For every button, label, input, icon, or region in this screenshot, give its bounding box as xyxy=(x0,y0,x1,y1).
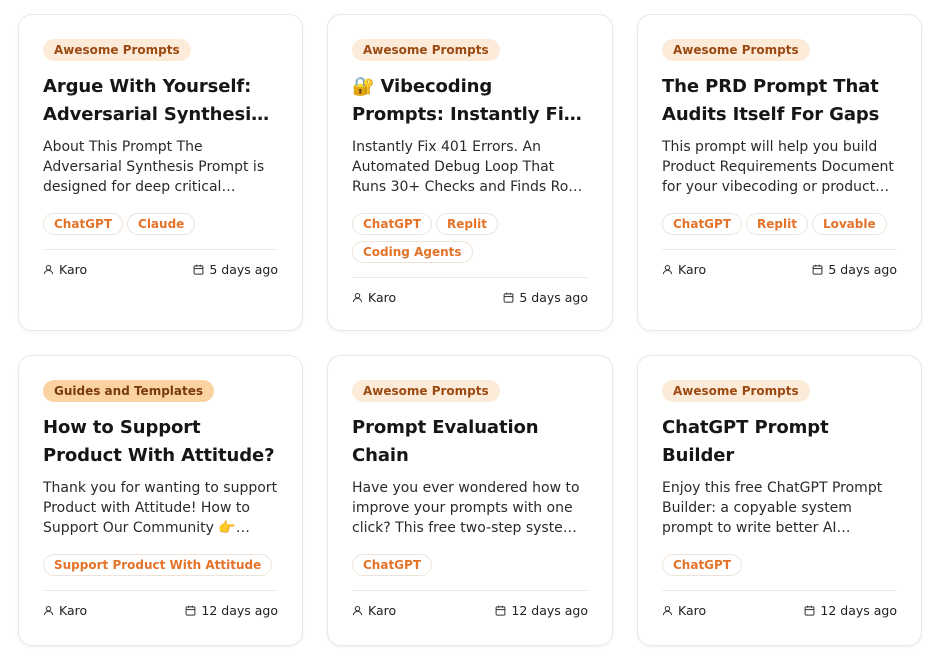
user-icon xyxy=(43,605,54,616)
tag-chatgpt[interactable]: ChatGPT xyxy=(43,213,124,235)
tag-chatgpt[interactable]: ChatGPT xyxy=(352,554,433,576)
author: Karo xyxy=(662,603,706,618)
date-label: 12 days ago xyxy=(201,603,278,618)
post-card[interactable]: Awesome Prompts The PRD Prompt That Audi… xyxy=(637,14,922,331)
tag-list: ChatGPT Claude xyxy=(43,213,278,235)
user-icon xyxy=(43,264,54,275)
tag-list: Support Product With Attitude xyxy=(43,554,278,576)
post-meta: Karo 12 days ago xyxy=(352,590,588,618)
tag-replit[interactable]: Replit xyxy=(436,213,498,235)
tag-coding-agents[interactable]: Coding Agents xyxy=(352,241,473,263)
post-date: 5 days ago xyxy=(503,290,588,305)
post-title[interactable]: How to Support Product With Attitude? xyxy=(43,414,278,470)
tag-list: ChatGPT xyxy=(662,554,897,576)
calendar-icon xyxy=(503,292,514,303)
date-label: 5 days ago xyxy=(209,262,278,277)
post-meta: Karo 5 days ago xyxy=(43,249,278,277)
user-icon xyxy=(352,292,363,303)
author: Karo xyxy=(43,262,87,277)
date-label: 5 days ago xyxy=(828,262,897,277)
post-description: Instantly Fix 401 Errors. An Automated D… xyxy=(352,139,583,195)
author-name: Karo xyxy=(368,290,397,305)
calendar-icon xyxy=(495,605,506,616)
post-meta: Karo 12 days ago xyxy=(662,590,897,618)
tag-list: ChatGPT xyxy=(352,554,588,576)
author-name: Karo xyxy=(368,603,397,618)
calendar-icon xyxy=(185,605,196,616)
post-title[interactable]: The PRD Prompt That Audits Itself For Ga… xyxy=(662,73,897,129)
date-label: 12 days ago xyxy=(820,603,897,618)
post-description: Have you ever wondered how to improve yo… xyxy=(352,480,580,536)
author-name: Karo xyxy=(678,603,707,618)
author-name: Karo xyxy=(678,262,707,277)
category-badge[interactable]: Awesome Prompts xyxy=(352,380,500,402)
author-name: Karo xyxy=(59,262,88,277)
post-title[interactable]: Prompt Evaluation Chain xyxy=(352,414,588,470)
category-badge[interactable]: Awesome Prompts xyxy=(662,39,810,61)
author: Karo xyxy=(43,603,87,618)
post-meta: Karo 12 days ago xyxy=(43,590,278,618)
calendar-icon xyxy=(812,264,823,275)
tag-lovable[interactable]: Lovable xyxy=(811,213,887,235)
post-card[interactable]: Awesome Prompts 🔐 Vibecoding Prompts: In… xyxy=(327,14,613,331)
tag-chatgpt[interactable]: ChatGPT xyxy=(352,213,433,235)
post-card[interactable]: Awesome Prompts Argue With Yourself: Adv… xyxy=(18,14,303,331)
post-card[interactable]: Guides and Templates How to Support Prod… xyxy=(18,355,303,646)
post-title[interactable]: ChatGPT Prompt Builder xyxy=(662,414,897,470)
tag-support-product-with-attitude[interactable]: Support Product With Attitude xyxy=(43,554,273,576)
post-date: 12 days ago xyxy=(185,603,278,618)
author: Karo xyxy=(352,603,396,618)
category-badge[interactable]: Awesome Prompts xyxy=(662,380,810,402)
post-meta: Karo 5 days ago xyxy=(352,277,588,305)
tag-claude[interactable]: Claude xyxy=(127,213,196,235)
date-label: 5 days ago xyxy=(519,290,588,305)
date-label: 12 days ago xyxy=(511,603,588,618)
post-date: 5 days ago xyxy=(812,262,897,277)
author: Karo xyxy=(662,262,706,277)
user-icon xyxy=(662,264,673,275)
calendar-icon xyxy=(193,264,204,275)
post-meta: Karo 5 days ago xyxy=(662,249,897,277)
post-grid: Awesome Prompts Argue With Yourself: Adv… xyxy=(18,14,922,646)
post-title[interactable]: 🔐 Vibecoding Prompts: Instantly Fix 401 … xyxy=(352,73,588,129)
tag-chatgpt[interactable]: ChatGPT xyxy=(662,213,743,235)
post-description: This prompt will help you build Product … xyxy=(662,139,894,195)
author: Karo xyxy=(352,290,396,305)
calendar-icon xyxy=(804,605,815,616)
tag-replit[interactable]: Replit xyxy=(746,213,808,235)
post-description: Enjoy this free ChatGPT Prompt Builder: … xyxy=(662,480,883,536)
post-card[interactable]: Awesome Prompts ChatGPT Prompt Builder E… xyxy=(637,355,922,646)
post-date: 12 days ago xyxy=(804,603,897,618)
post-card[interactable]: Awesome Prompts Prompt Evaluation Chain … xyxy=(327,355,613,646)
user-icon xyxy=(662,605,673,616)
user-icon xyxy=(352,605,363,616)
tag-list: ChatGPT Replit Coding Agents xyxy=(352,213,588,263)
category-badge[interactable]: Awesome Prompts xyxy=(352,39,500,61)
post-title[interactable]: Argue With Yourself: Adversarial Synthes… xyxy=(43,73,278,129)
author-name: Karo xyxy=(59,603,88,618)
post-description: Thank you for wanting to support Product… xyxy=(43,480,278,536)
tag-chatgpt[interactable]: ChatGPT xyxy=(662,554,743,576)
category-badge[interactable]: Guides and Templates xyxy=(43,380,215,402)
category-badge[interactable]: Awesome Prompts xyxy=(43,39,191,61)
tag-list: ChatGPT Replit Lovable xyxy=(662,213,897,235)
post-description: About This Prompt The Adversarial Synthe… xyxy=(43,139,265,195)
post-date: 5 days ago xyxy=(193,262,278,277)
post-date: 12 days ago xyxy=(495,603,588,618)
